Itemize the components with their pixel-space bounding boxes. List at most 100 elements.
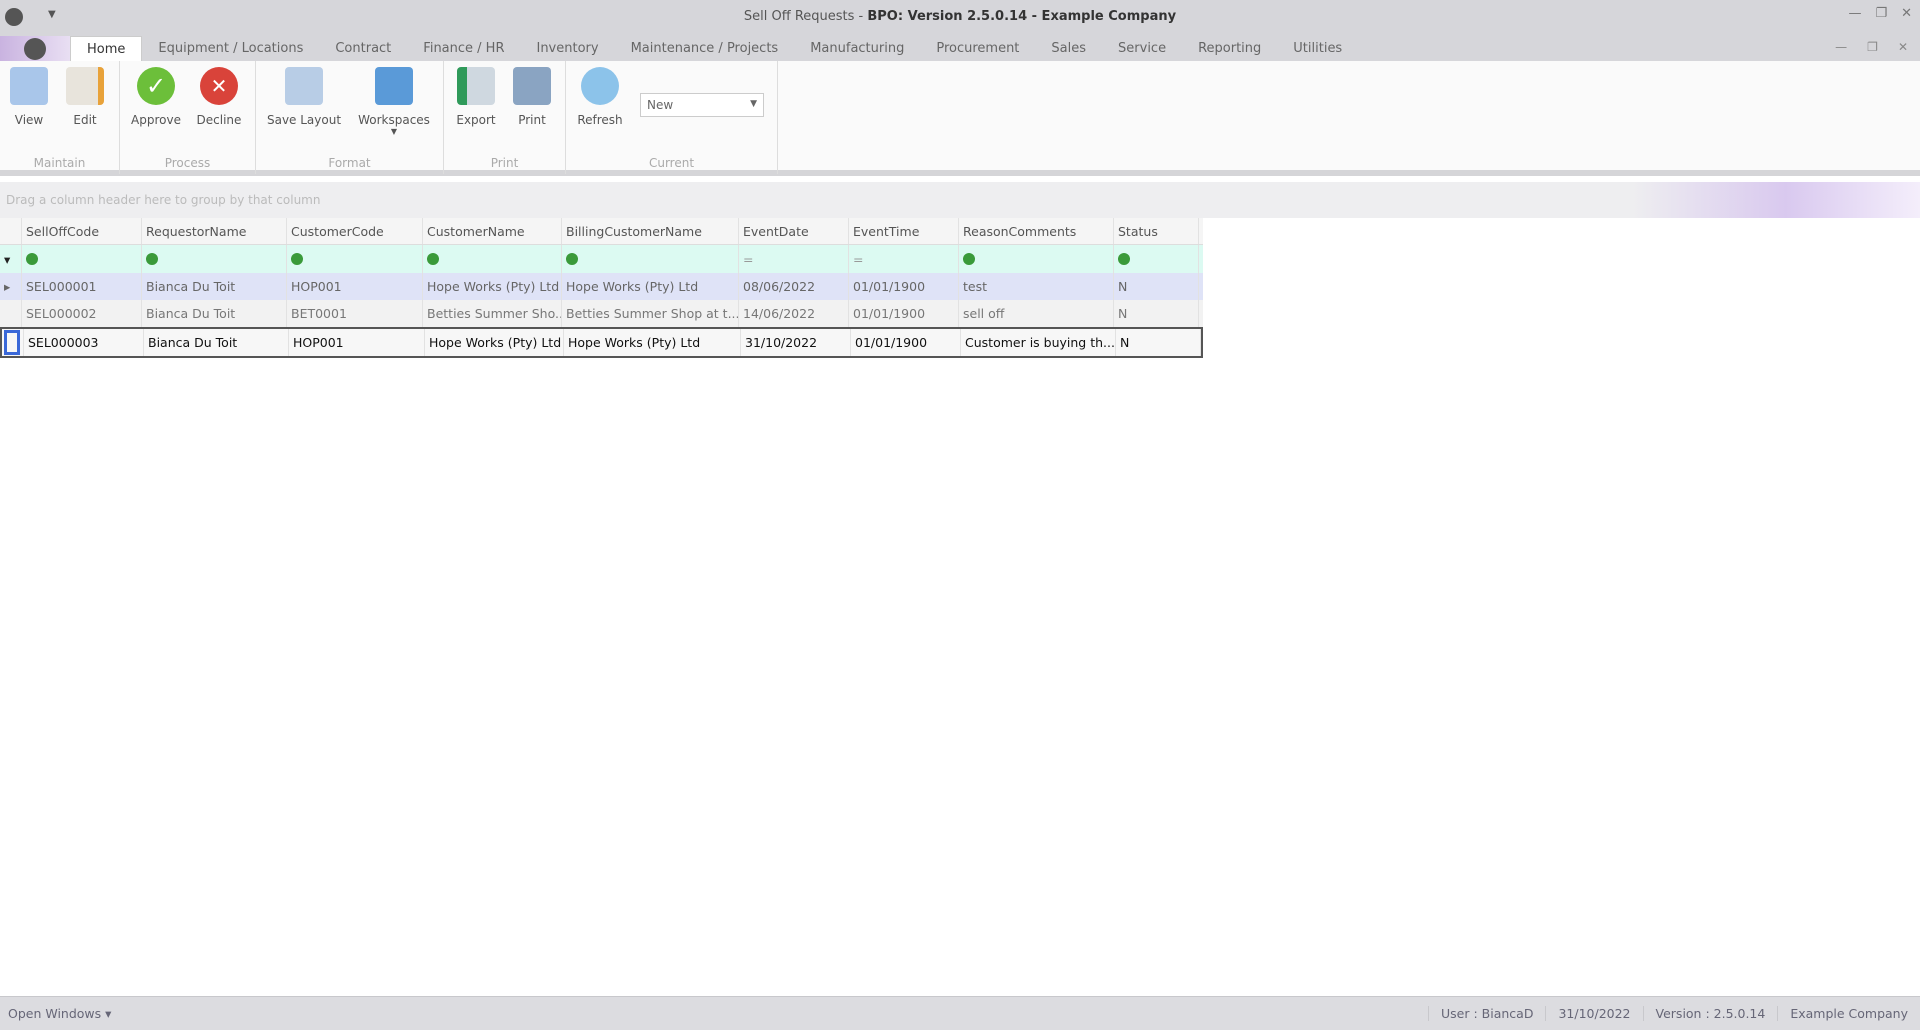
- row-indicator[interactable]: [2, 329, 24, 356]
- column-header[interactable]: CustomerName: [423, 218, 562, 244]
- filter-cell[interactable]: [287, 245, 423, 273]
- ribbon-tabs: Home Equipment / Locations Contract Finance…: [0, 36, 1920, 61]
- column-header[interactable]: BillingCustomerName: [562, 218, 739, 244]
- table-cell[interactable]: SEL000002: [22, 300, 142, 327]
- mdi-close-icon[interactable]: ✕: [1898, 40, 1908, 54]
- select-value: New: [647, 98, 674, 112]
- column-header[interactable]: RequestorName: [142, 218, 287, 244]
- close-icon[interactable]: ✕: [1901, 6, 1912, 21]
- table-cell[interactable]: N: [1114, 300, 1199, 327]
- table-row[interactable]: SEL000003 Bianca Du Toit HOP001 Hope Works …: [0, 327, 1203, 358]
- filter-cell[interactable]: [142, 245, 287, 273]
- table-cell[interactable]: SEL000001: [22, 273, 142, 300]
- filter-condition-icon[interactable]: [146, 253, 158, 265]
- equals-icon[interactable]: =: [743, 252, 753, 267]
- table-cell[interactable]: 08/06/2022: [739, 273, 849, 300]
- edit-button[interactable]: Edit: [64, 67, 106, 127]
- print-button[interactable]: Print: [506, 67, 558, 127]
- table-cell[interactable]: Bianca Du Toit: [142, 300, 287, 327]
- approve-button[interactable]: ✓ Approve: [128, 67, 184, 127]
- column-header[interactable]: SellOffCode: [22, 218, 142, 244]
- filter-condition-icon[interactable]: [963, 253, 975, 265]
- filter-condition-icon[interactable]: [26, 253, 38, 265]
- workspaces-button[interactable]: Workspaces ▼: [354, 67, 434, 136]
- table-cell[interactable]: Hope Works (Pty) Ltd: [423, 273, 562, 300]
- filter-cell[interactable]: [562, 245, 739, 273]
- filter-condition-icon[interactable]: [1118, 253, 1130, 265]
- open-windows-button[interactable]: Open Windows ▾: [0, 1006, 1428, 1021]
- table-cell[interactable]: HOP001: [287, 273, 423, 300]
- filter-condition-icon[interactable]: [291, 253, 303, 265]
- header-row[interactable]: SellOffCode RequestorName CustomerCode Cust…: [0, 218, 1203, 245]
- table-cell[interactable]: 31/10/2022: [741, 329, 851, 356]
- view-icon: [10, 67, 48, 105]
- filter-condition-icon[interactable]: [566, 253, 578, 265]
- tab-utilities[interactable]: Utilities: [1277, 36, 1358, 61]
- equals-icon[interactable]: =: [853, 252, 863, 267]
- tab-manufacturing[interactable]: Manufacturing: [794, 36, 920, 61]
- table-cell[interactable]: 14/06/2022: [739, 300, 849, 327]
- status-bar: Open Windows ▾ User : BiancaD 31/10/2022…: [0, 996, 1920, 1030]
- tab-sales[interactable]: Sales: [1035, 36, 1102, 61]
- filter-cell[interactable]: [959, 245, 1114, 273]
- column-header[interactable]: Status: [1114, 218, 1199, 244]
- group-label: Current: [648, 156, 695, 170]
- filter-cell[interactable]: [423, 245, 562, 273]
- table-cell[interactable]: N: [1114, 273, 1199, 300]
- export-button[interactable]: Export: [450, 67, 502, 127]
- app-menu-button[interactable]: [0, 36, 70, 61]
- mdi-minimize-icon[interactable]: —: [1835, 40, 1847, 54]
- table-cell[interactable]: sell off: [959, 300, 1114, 327]
- column-header[interactable]: CustomerCode: [287, 218, 423, 244]
- filter-cell[interactable]: [1114, 245, 1199, 273]
- view-button[interactable]: View: [8, 67, 50, 127]
- refresh-button[interactable]: Refresh: [572, 67, 628, 127]
- column-header[interactable]: EventDate: [739, 218, 849, 244]
- table-cell[interactable]: Betties Summer Shop at t...: [562, 300, 739, 327]
- table-cell[interactable]: HOP001: [289, 329, 425, 356]
- table-cell[interactable]: Customer is buying th...: [961, 329, 1116, 356]
- row-indicator[interactable]: ▸: [0, 273, 22, 300]
- restore-icon[interactable]: ❐: [1875, 6, 1887, 21]
- group-by-panel[interactable]: Drag a column header here to group by th…: [0, 182, 1920, 218]
- save-layout-button[interactable]: Save Layout: [264, 67, 344, 127]
- minimize-icon[interactable]: —: [1848, 6, 1861, 21]
- filter-cell[interactable]: =: [849, 245, 959, 273]
- table-cell[interactable]: Hope Works (Pty) Ltd: [564, 329, 741, 356]
- tab-reporting[interactable]: Reporting: [1182, 36, 1277, 61]
- table-cell[interactable]: Hope Works (Pty) Ltd: [425, 329, 564, 356]
- table-row[interactable]: ▸ SEL000001 Bianca Du Toit HOP001 Hope Works…: [0, 273, 1203, 300]
- table-cell[interactable]: 01/01/1900: [849, 273, 959, 300]
- table-cell[interactable]: test: [959, 273, 1114, 300]
- table-cell[interactable]: BET0001: [287, 300, 423, 327]
- decline-button[interactable]: ✕ Decline: [192, 67, 246, 127]
- tab-equipment-locations[interactable]: Equipment / Locations: [142, 36, 319, 61]
- tab-procurement[interactable]: Procurement: [920, 36, 1035, 61]
- table-cell[interactable]: 01/01/1900: [849, 300, 959, 327]
- table-cell[interactable]: Betties Summer Sho...: [423, 300, 562, 327]
- table-cell[interactable]: Hope Works (Pty) Ltd: [562, 273, 739, 300]
- tab-finance-hr[interactable]: Finance / HR: [407, 36, 520, 61]
- table-cell[interactable]: Bianca Du Toit: [144, 329, 289, 356]
- row-indicator[interactable]: [0, 300, 22, 327]
- tab-inventory[interactable]: Inventory: [520, 36, 614, 61]
- column-header[interactable]: EventTime: [849, 218, 959, 244]
- column-header[interactable]: ReasonComments: [959, 218, 1114, 244]
- tab-service[interactable]: Service: [1102, 36, 1182, 61]
- auto-filter-row[interactable]: ▾ = =: [0, 245, 1203, 273]
- filter-cell[interactable]: [22, 245, 142, 273]
- status-filter-select[interactable]: New ▼: [640, 93, 764, 117]
- x-icon: ✕: [200, 67, 238, 105]
- table-cell[interactable]: 01/01/1900: [851, 329, 961, 356]
- tab-maintenance-projects[interactable]: Maintenance / Projects: [615, 36, 795, 61]
- table-cell[interactable]: SEL000003: [24, 329, 144, 356]
- filter-condition-icon[interactable]: [427, 253, 439, 265]
- tab-contract[interactable]: Contract: [319, 36, 407, 61]
- tab-home[interactable]: Home: [70, 36, 143, 61]
- mdi-restore-icon[interactable]: ❐: [1867, 40, 1878, 54]
- table-cell[interactable]: Bianca Du Toit: [142, 273, 287, 300]
- table-cell[interactable]: N: [1116, 329, 1201, 356]
- filter-cell[interactable]: =: [739, 245, 849, 273]
- workspaces-icon: [375, 67, 413, 105]
- table-row[interactable]: SEL000002 Bianca Du Toit BET0001 Betties Su…: [0, 300, 1203, 327]
